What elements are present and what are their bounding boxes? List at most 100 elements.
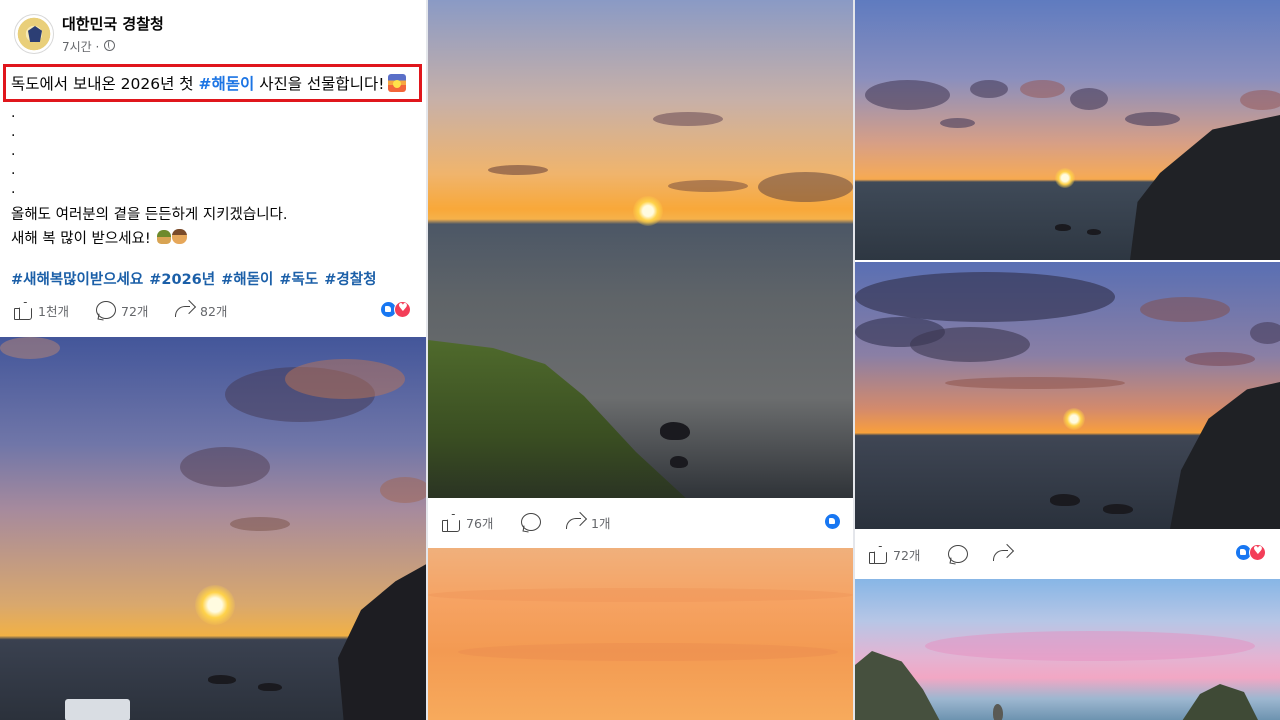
comment-count: 72개 xyxy=(121,303,149,319)
post-hashtags[interactable]: #새해복많이받으세요 #2026년 #해돋이 #독도 #경찰청 xyxy=(11,268,376,289)
rock xyxy=(993,704,1003,720)
like-button[interactable]: 72개 xyxy=(867,537,920,571)
rock xyxy=(660,422,690,440)
cloud xyxy=(865,80,950,110)
page-name[interactable]: 대한민국 경찰청 xyxy=(62,13,164,34)
like-count: 1천개 xyxy=(38,303,69,319)
cloud xyxy=(910,327,1030,362)
photo-action-bar: 72개 xyxy=(855,529,1280,579)
cloud xyxy=(1125,112,1180,126)
rock xyxy=(258,683,282,691)
post-action-bar: 1천개 72개 82개 xyxy=(0,293,426,327)
post-line-2-text: 새해 복 많이 받으세요! xyxy=(11,231,151,247)
share-icon xyxy=(992,544,1012,564)
share-button[interactable]: 1개 xyxy=(565,505,610,539)
share-button[interactable] xyxy=(992,537,1012,571)
rock xyxy=(1103,504,1133,514)
sunrise-emoji xyxy=(388,74,407,92)
like-icon xyxy=(867,544,887,564)
post-headline: 독도에서 보내온 2026년 첫 #해돋이 사진을 선물합니다! xyxy=(11,72,407,94)
rock xyxy=(208,675,236,684)
headline-text-end: 사진을 선물합니다! xyxy=(254,75,385,93)
cliff xyxy=(1130,115,1280,260)
cloud xyxy=(1070,88,1108,110)
like-icon xyxy=(12,300,32,320)
photo-action-bar: 76개 1개 xyxy=(428,498,853,546)
like-button[interactable]: 76개 xyxy=(440,505,493,539)
cloud xyxy=(945,377,1125,389)
like-icon xyxy=(440,512,460,532)
cliff xyxy=(1170,382,1280,529)
comment-button[interactable]: 72개 xyxy=(95,293,148,327)
comment-icon xyxy=(947,544,968,564)
reaction-summary[interactable] xyxy=(380,301,412,319)
comment-button[interactable] xyxy=(520,505,541,539)
sunrise-photo-2[interactable] xyxy=(428,0,853,498)
cliff xyxy=(855,651,940,720)
globe-icon xyxy=(104,40,115,51)
sunrise-photo-3[interactable] xyxy=(428,548,853,720)
cloud xyxy=(180,447,270,487)
comment-icon xyxy=(520,512,541,532)
cloud xyxy=(970,80,1008,98)
like-count: 76개 xyxy=(466,515,494,531)
rock xyxy=(1087,229,1101,235)
sun xyxy=(1055,168,1075,188)
cloud-band xyxy=(925,631,1255,661)
like-reaction-icon xyxy=(824,513,841,530)
comment-icon xyxy=(95,300,116,320)
cliff xyxy=(1180,684,1260,720)
cloud xyxy=(758,172,853,202)
sun xyxy=(1063,408,1085,430)
cloud xyxy=(488,165,548,175)
rock xyxy=(1050,494,1080,506)
page-avatar[interactable] xyxy=(14,14,54,54)
cloud xyxy=(668,180,748,192)
cloud xyxy=(1185,352,1255,366)
cloud xyxy=(1020,80,1065,98)
cloud xyxy=(0,337,60,359)
cloud xyxy=(1140,297,1230,322)
cloud xyxy=(1250,322,1280,344)
cloud xyxy=(285,359,405,399)
emoji-pair xyxy=(157,229,189,245)
share-button[interactable]: 82개 xyxy=(174,293,227,327)
sun xyxy=(195,585,235,625)
post-header: 대한민국 경찰청 7시간 · xyxy=(0,0,426,62)
sunrise-photo-6[interactable] xyxy=(855,579,1280,720)
love-reaction-icon xyxy=(1249,544,1266,561)
photo-column-right: 72개 xyxy=(855,0,1280,720)
green-cliff xyxy=(428,340,688,498)
headline-hashtag[interactable]: #해돋이 xyxy=(199,75,255,93)
headline-text: 독도에서 보내온 2026년 첫 xyxy=(11,75,199,93)
comment-button[interactable] xyxy=(947,537,968,571)
love-reaction-icon xyxy=(394,301,411,318)
cloud xyxy=(1240,90,1280,110)
cliff xyxy=(338,562,426,720)
share-icon xyxy=(174,300,194,320)
post-timestamp[interactable]: 7시간 · xyxy=(62,38,99,55)
sunrise-photo-5[interactable] xyxy=(855,262,1280,529)
share-count: 82개 xyxy=(200,303,228,319)
cloud-band xyxy=(458,643,838,661)
share-icon xyxy=(565,512,585,532)
boat xyxy=(65,699,130,720)
cloud xyxy=(940,118,975,128)
cloud xyxy=(653,112,723,126)
like-count: 72개 xyxy=(893,547,921,563)
cloud xyxy=(380,477,426,503)
sunrise-photo-1[interactable] xyxy=(0,337,426,720)
cloud xyxy=(230,517,290,531)
sun xyxy=(633,196,663,226)
post-dots: . . . . . xyxy=(11,105,16,197)
rock xyxy=(670,456,688,468)
like-button[interactable]: 1천개 xyxy=(12,293,69,327)
share-count: 1개 xyxy=(591,515,611,531)
cloud xyxy=(855,272,1115,322)
post-line-1: 올해도 여러분의 곁을 든든하게 지키겠습니다. xyxy=(11,207,288,223)
photo-column-middle: 76개 1개 xyxy=(428,0,853,720)
rock xyxy=(1055,224,1071,231)
reaction-summary[interactable] xyxy=(1235,544,1267,562)
reaction-summary[interactable] xyxy=(824,513,853,531)
sunrise-photo-4[interactable] xyxy=(855,0,1280,260)
